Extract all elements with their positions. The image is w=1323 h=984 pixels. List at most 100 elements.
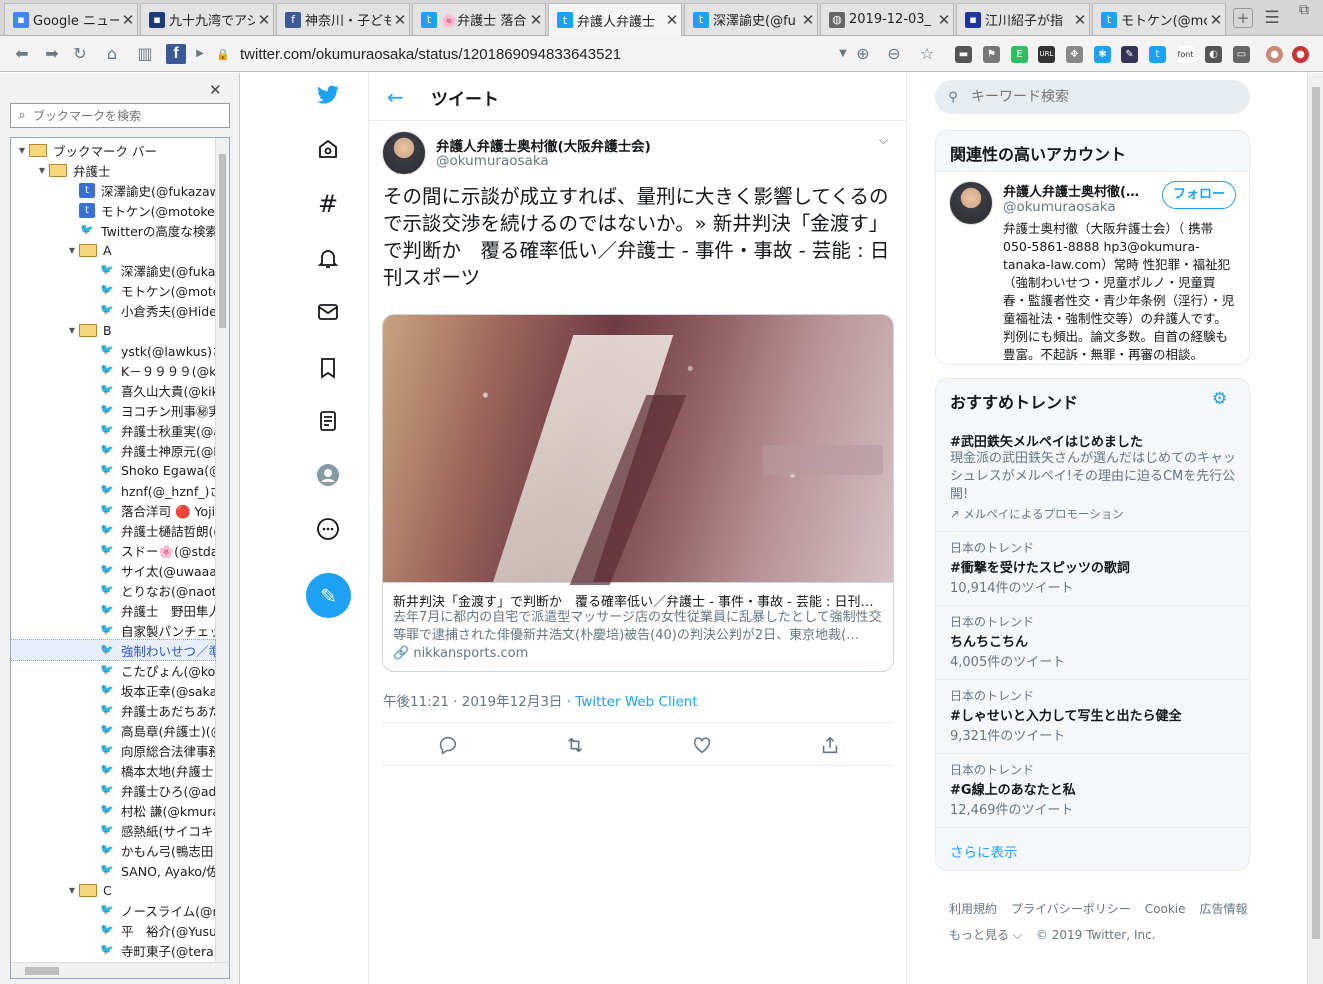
expand-toggle-icon[interactable]: ▼ [65, 886, 79, 895]
bookmark-item[interactable]: 🐦 橋本太地(弁護士 [11, 760, 215, 780]
expand-toggle-icon[interactable]: ▼ [15, 146, 29, 155]
chevron-down-icon[interactable]: ⌵ [879, 133, 888, 148]
notifications-bell-icon[interactable] [315, 245, 341, 271]
bookmark-item[interactable]: 🐦 モトケン(@motok [11, 280, 215, 300]
bookmark-search-input[interactable] [33, 108, 223, 123]
twitter-search-input[interactable] [971, 89, 1231, 105]
close-icon[interactable]: ✕ [255, 11, 273, 29]
page-scroll-thumb[interactable] [1312, 87, 1320, 939]
close-icon[interactable]: ✕ [935, 11, 953, 29]
link-card[interactable]: 新井判決「金渡す」で判断か 覆る確率低い／弁護士 - 事件・事故 - 芸能 : … [382, 314, 894, 672]
related-avatar[interactable] [949, 181, 993, 225]
zoom-out-icon[interactable]: ⊖ [884, 44, 904, 64]
tab-item[interactable]: ▪ Google ニュー ✕ [4, 3, 138, 35]
back-arrow-icon[interactable]: ← [387, 85, 404, 109]
bookmark-item[interactable]: 🐦 感熱紙(サイコキャ [11, 820, 215, 840]
related-account[interactable]: 弁護人弁護士奥村徹(… @okumuraosaka フォロー 弁護士奥村徹（大阪… [936, 171, 1249, 364]
explore-hashtag-icon[interactable]: # [315, 190, 341, 218]
bookmark-item[interactable]: 🐦 サイ太(@uwaaaa) [11, 560, 215, 580]
url-extension-icon[interactable]: URL [1038, 46, 1055, 63]
bookmark-item[interactable]: 🐦 とりなお(@naotar [11, 580, 215, 600]
bookmark-folder[interactable]: ▼ C [11, 880, 215, 900]
bookmark-item[interactable]: 🐦 喜久山大貴(@kik [11, 380, 215, 400]
author-avatar[interactable] [382, 131, 426, 175]
tweet-timestamp[interactable]: 午後11:21 · 2019年12月3日 · [383, 694, 575, 710]
twitter-logo-icon[interactable] [315, 82, 341, 108]
tab-item[interactable]: t モトケン(@mc ✕ [1092, 3, 1226, 35]
bookmark-item[interactable]: 🐦 ystk(@lawkus)さん [11, 340, 215, 360]
footer-link[interactable]: 広告情報 [1200, 902, 1248, 916]
bookmark-item[interactable]: 🐦 落合洋司 🔴 Yoji O [11, 500, 215, 520]
bookmark-item[interactable]: 🐦 小倉秀夫(@Hide [11, 300, 215, 320]
bookmark-item[interactable]: 🐦 こたぴょん(@kotac [11, 660, 215, 680]
bookmark-item[interactable]: 🐦 強制わいせつ／準強 [11, 639, 216, 661]
retweet-icon[interactable] [564, 734, 586, 756]
expand-toggle-icon[interactable]: ▼ [65, 246, 79, 255]
tab-item[interactable]: t 深澤諭史(@fu ✕ [684, 3, 818, 35]
twitter-extension-icon[interactable]: t [1149, 46, 1166, 63]
bookmark-item[interactable]: 🐦 SANO, Ayako/佐 [11, 860, 215, 880]
messages-envelope-icon[interactable] [315, 299, 341, 325]
bookmark-icon[interactable]: ⚑ [983, 46, 1000, 63]
footer-link[interactable]: Cookie [1145, 902, 1186, 916]
show-more-row[interactable]: さらに表示 [936, 827, 1249, 870]
reply-icon[interactable] [437, 734, 459, 756]
more-footer-button[interactable]: もっと見る ⌵ [949, 928, 1022, 942]
bookmark-folder[interactable]: ▼ A [11, 240, 215, 260]
tree-hscrollbar[interactable] [11, 962, 229, 978]
home-icon[interactable] [315, 136, 341, 162]
expand-toggle-icon[interactable]: ▼ [35, 166, 49, 175]
tab-item[interactable]: f 神奈川・子ども ✕ [276, 3, 410, 35]
author-handle[interactable]: @okumuraosaka [436, 153, 549, 169]
tweet-source[interactable]: Twitter Web Client [575, 694, 697, 710]
bookmark-item[interactable]: 🐦 ノースライム(@no [11, 900, 215, 920]
close-icon[interactable]: ✕ [1071, 11, 1089, 29]
share-icon[interactable] [819, 734, 841, 756]
zoom-in-icon[interactable]: ⊕ [853, 44, 873, 64]
bookmark-item[interactable]: 🐦 弁護士あだちあだ [11, 700, 215, 720]
bookmark-item[interactable]: 🐦 弁護士神原元(@k [11, 440, 215, 460]
close-icon[interactable]: ✕ [527, 11, 545, 29]
window-icon[interactable]: ⧉ [1299, 2, 1309, 18]
extension-icon[interactable]: ▭ [1233, 46, 1250, 63]
url-text[interactable]: twitter.com/okumuraosaka/status/12018690… [240, 46, 621, 63]
bookmark-item[interactable]: 🐦 弁護士樋詰哲朗(@ [11, 520, 215, 540]
evernote-icon[interactable]: E [1011, 46, 1028, 63]
close-icon[interactable]: ✕ [391, 11, 409, 29]
extension-icon[interactable]: ✱ [1094, 46, 1111, 63]
close-icon[interactable]: ✕ [663, 11, 681, 29]
page-scrollbar[interactable] [1307, 73, 1323, 984]
bookmark-item[interactable]: 🐦 高島章(弁護士)(@ [11, 720, 215, 740]
font-extension-icon[interactable]: font [1177, 46, 1194, 63]
follow-button[interactable]: フォロー [1162, 181, 1236, 209]
extension-icon[interactable]: ▬ [955, 46, 972, 63]
compose-tweet-button[interactable]: ✎ [306, 573, 351, 618]
bookmark-folder[interactable]: ▼ 弁護士 [11, 160, 215, 180]
extension-icon[interactable]: ✎ [1121, 46, 1138, 63]
home-icon[interactable]: ⌂ [102, 44, 122, 64]
tab-item[interactable]: ◍ 2019-12-03_ ✕ [820, 3, 954, 35]
close-icon[interactable]: ✕ [1207, 11, 1225, 29]
tab-item[interactable]: t 弁護人弁護士 ✕ [548, 3, 682, 36]
bookmark-item[interactable]: 🐦 hznf(@_hznf_)さん [11, 480, 215, 500]
bookmark-item[interactable]: t モトケン(@motoken_ [11, 200, 215, 220]
trend-item[interactable]: 日本のトレンド ちんちこちん 4,005件のツイート [936, 605, 1249, 679]
twitter-search[interactable]: ⚲ [935, 80, 1250, 114]
close-icon[interactable]: ✕ [209, 81, 222, 99]
bookmark-item[interactable]: 🐦 スドー🌸(@stdau [11, 540, 215, 560]
expand-toggle-icon[interactable]: ▼ [65, 326, 79, 335]
bookmark-item[interactable]: 🐦 自家製パンチェック [11, 620, 215, 640]
bookmark-item[interactable]: 🐦 Shoko Egawa(@e [11, 460, 215, 480]
new-tab-button[interactable]: + [1233, 8, 1253, 28]
overflow-chevron-icon[interactable]: ▶ [190, 44, 210, 64]
close-icon[interactable]: ✕ [799, 11, 817, 29]
move-icon[interactable]: ✥ [1066, 46, 1083, 63]
bookmark-item[interactable]: 🐦 村松 謙(@kmuran [11, 800, 215, 820]
bookmark-item[interactable]: 🐦 弁護士ひろ(@adv [11, 780, 215, 800]
bookmark-item[interactable]: 🐦 弁護士秋重実(@a [11, 420, 215, 440]
bookmark-item[interactable]: 🐦 Twitterの高度な検索 [11, 220, 215, 240]
more-options-icon[interactable] [315, 516, 341, 542]
settings-gear-icon[interactable]: ⚙ [1212, 389, 1227, 409]
bookmark-item[interactable]: 🐦 ヨコチン刑事㊙実 [11, 400, 215, 420]
extension-icon[interactable]: ◐ [1205, 46, 1222, 63]
